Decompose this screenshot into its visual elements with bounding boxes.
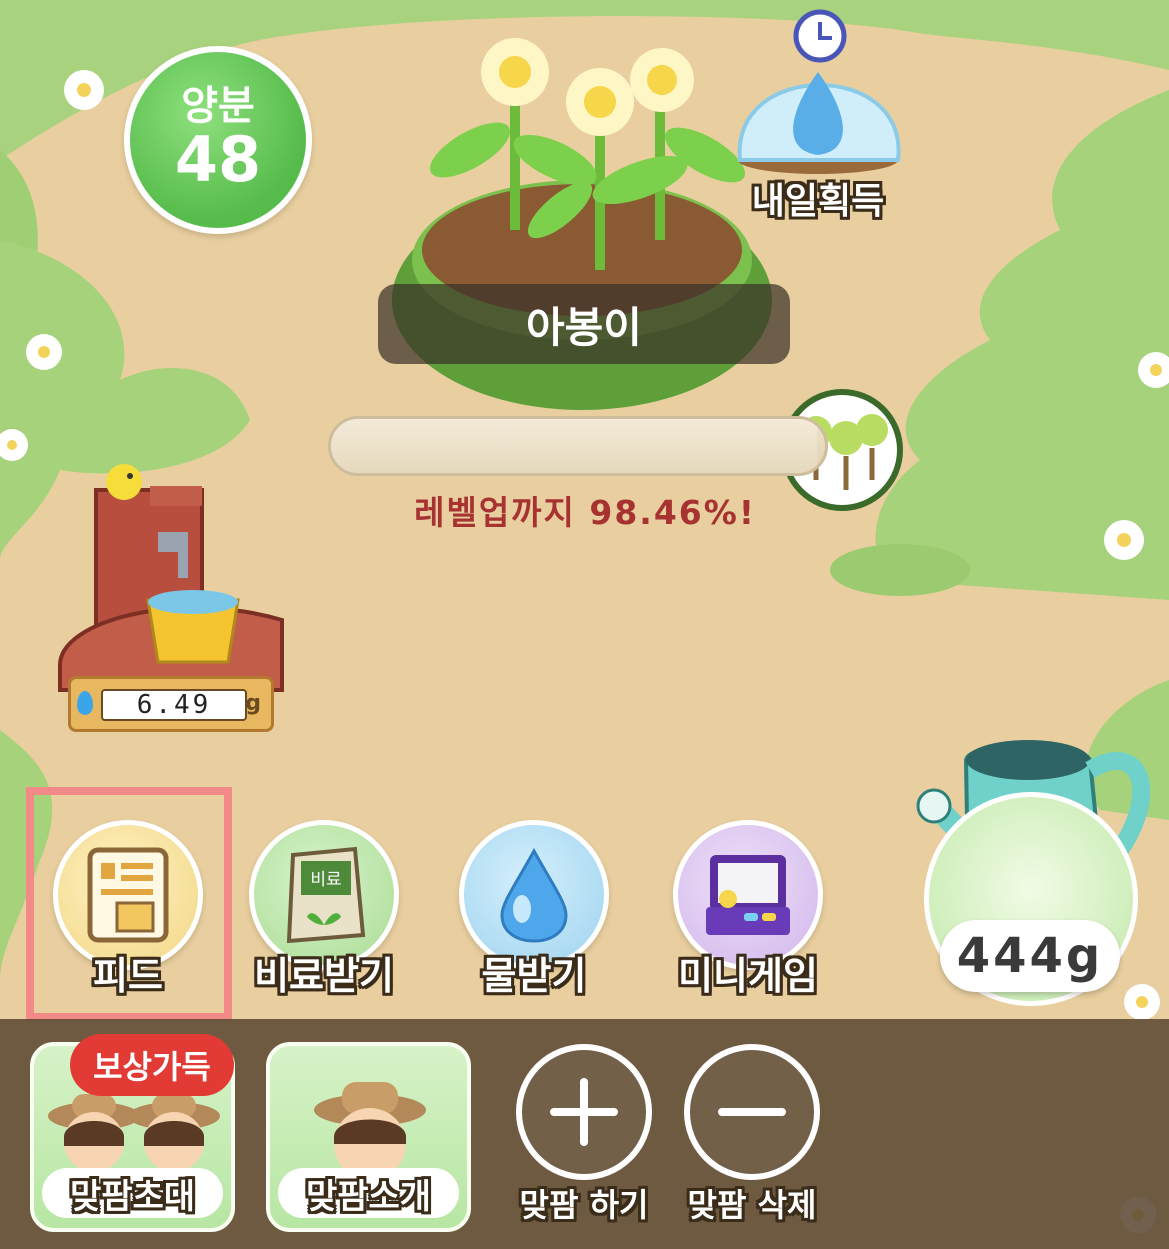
delete-matfarm-button[interactable] xyxy=(684,1044,820,1180)
water-tank-counter: 6.49 g xyxy=(68,676,274,732)
tomorrow-reward-label[interactable]: 내일획득 xyxy=(738,172,898,224)
delete-matfarm-label: 맞팜 삭제 xyxy=(687,1186,817,1224)
plant-icon[interactable] xyxy=(400,40,760,280)
levelup-text: 레벨업까지 98.46%! xyxy=(414,493,756,532)
water-tank-unit: g xyxy=(245,691,261,716)
reward-badge-text: 보상가득 xyxy=(93,1048,211,1086)
water-tank-value: 6.49 xyxy=(101,689,247,721)
levelup-progress-bar xyxy=(328,416,828,476)
fertilizer-bag-text: 비료 xyxy=(310,870,341,890)
nutrient-value: 48 xyxy=(174,122,262,196)
nutrient-label: 양분 xyxy=(181,82,255,129)
water-globe-icon[interactable] xyxy=(738,10,900,170)
reward-badge: 보상가득 xyxy=(70,1034,234,1096)
feed-highlight-box xyxy=(26,787,232,1021)
fertilizer-bag-icon: 비료 xyxy=(286,846,366,944)
get-water-label: 물받기 xyxy=(481,954,587,998)
watering-can-icon[interactable] xyxy=(916,732,1146,902)
fertilizer-button[interactable]: 비료 비료받기 xyxy=(244,820,404,1020)
plus-icon-v xyxy=(580,1078,588,1146)
minus-icon xyxy=(718,1108,786,1116)
fertilizer-label: 비료받기 xyxy=(254,954,394,998)
minigame-button[interactable]: 미니게임 xyxy=(668,820,828,1020)
water-amount: 444g xyxy=(956,928,1104,984)
plant-name: 아봉이 xyxy=(526,302,642,352)
intro-label: 맞팜소개 xyxy=(278,1168,459,1218)
water-drop-small-icon xyxy=(77,691,93,715)
nutrient-badge[interactable]: 양분 48 xyxy=(124,46,312,234)
levelup-progress-fill xyxy=(331,419,818,473)
invite-label: 맞팜초대 xyxy=(42,1168,223,1218)
water-drop-icon xyxy=(500,847,568,943)
arcade-icon xyxy=(706,855,790,935)
intro-card[interactable]: 맞팜소개 xyxy=(266,1042,471,1232)
minigame-label: 미니게임 xyxy=(678,954,818,998)
get-water-button[interactable]: 물받기 xyxy=(454,820,614,1020)
water-amount-pill: 444g xyxy=(940,920,1120,992)
water-tower-icon[interactable] xyxy=(60,460,284,690)
plant-name-banner: 아봉이 xyxy=(378,284,790,364)
add-matfarm-button[interactable] xyxy=(516,1044,652,1180)
